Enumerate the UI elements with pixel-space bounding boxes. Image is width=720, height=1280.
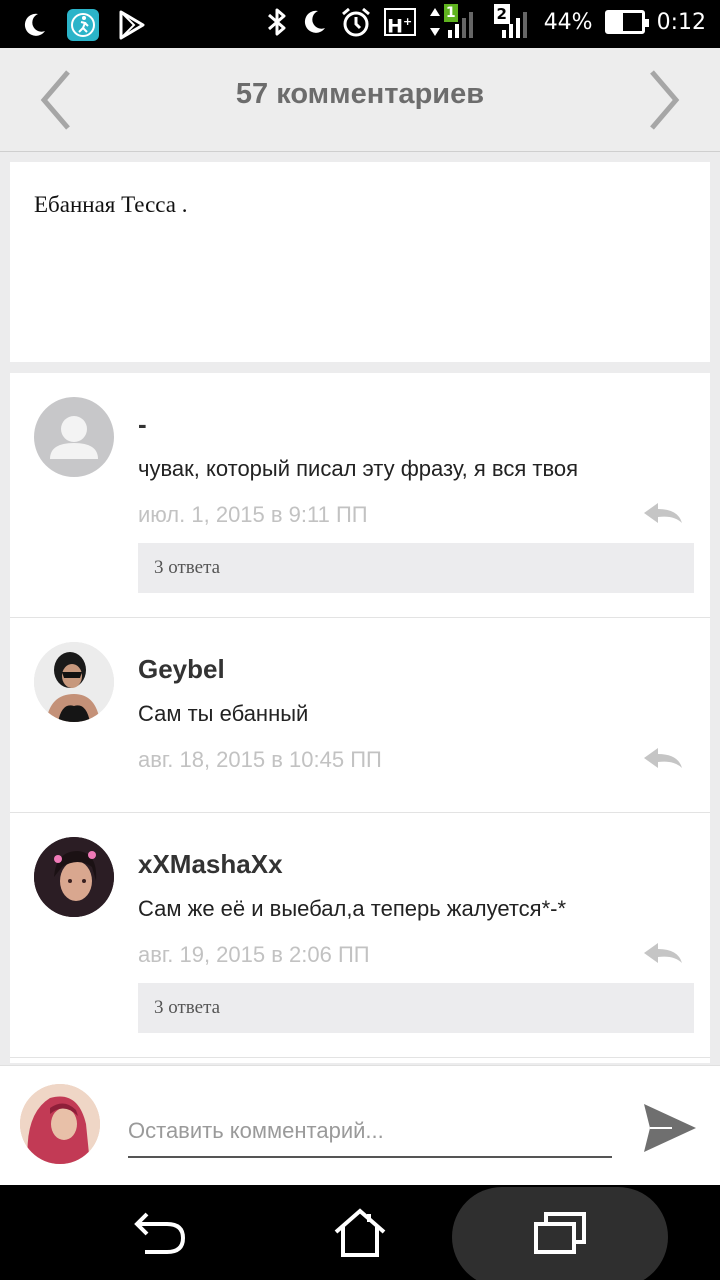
recent-apps-button[interactable]: [530, 1203, 590, 1263]
replies-button[interactable]: 3 ответа: [138, 983, 694, 1033]
network-type-indicator: H+: [383, 8, 416, 37]
alarm-icon: [340, 6, 372, 38]
status-right-icons: H+ 1 2 44% 0:12: [266, 4, 706, 38]
send-icon: [644, 1104, 696, 1152]
moon-icon: [300, 8, 328, 36]
comment-date: июл. 1, 2015 в 9:11 ПП: [138, 502, 368, 527]
comment-author[interactable]: -: [138, 409, 147, 440]
play-store-icon: [118, 10, 146, 40]
comment-author[interactable]: Geybel: [138, 654, 225, 685]
user-avatar[interactable]: [34, 837, 114, 917]
comment-text: Сам ты ебанный: [138, 701, 309, 726]
default-avatar-icon[interactable]: [34, 397, 114, 477]
battery-percent: 44%: [543, 9, 593, 35]
replies-button[interactable]: 3 ответа: [138, 543, 694, 593]
next-button[interactable]: [642, 70, 686, 130]
page-title: 57 комментариев: [235, 78, 485, 110]
app-shortcut-icon: [66, 8, 100, 42]
status-bar: H+ 1 2 44% 0:12: [0, 0, 720, 48]
post-text: Ебанная Тесса .: [34, 192, 188, 217]
reply-icon[interactable]: [640, 939, 686, 969]
reply-icon[interactable]: [640, 744, 686, 774]
back-icon: [134, 1212, 186, 1254]
user-avatar[interactable]: [34, 642, 114, 722]
comments-list[interactable]: - чувак, который писал эту фразу, я вся …: [10, 373, 710, 1063]
comment-date: авг. 18, 2015 в 10:45 ПП: [138, 747, 382, 772]
comment-item: xXMashaXx Сам же её и выебал,а теперь жа…: [10, 813, 710, 1058]
clock: 0:12: [656, 9, 706, 35]
chevron-right-icon: [650, 70, 680, 130]
current-user-avatar[interactable]: [20, 1084, 100, 1164]
home-icon: [334, 1208, 386, 1257]
system-nav-bar: [0, 1185, 720, 1280]
send-button[interactable]: [640, 1100, 700, 1156]
battery-icon: [604, 10, 649, 34]
comment-author[interactable]: xXMashaXx: [138, 849, 283, 880]
comment-date: авг. 19, 2015 в 2:06 ПП: [138, 942, 370, 967]
signal-sim2-icon: 2: [493, 4, 532, 38]
reply-icon[interactable]: [640, 499, 686, 529]
comment-text: чувак, который писал эту фразу, я вся тв…: [138, 456, 579, 481]
home-button[interactable]: [330, 1203, 390, 1263]
comment-text: Сам же её и выебал,а теперь жалуется*-*: [138, 896, 567, 921]
bluetooth-icon: [266, 6, 288, 38]
post-card: Ебанная Тесса .: [10, 162, 710, 362]
comment-item: - чувак, который писал эту фразу, я вся …: [10, 373, 710, 618]
moon-icon: [20, 11, 48, 39]
comment-item: Geybel Сам ты ебанный авг. 18, 2015 в 10…: [10, 618, 710, 813]
signal-sim1-icon: 1: [428, 4, 482, 38]
comment-input[interactable]: [128, 1106, 612, 1158]
comment-composer: [0, 1065, 720, 1185]
status-left-icons: [20, 8, 146, 42]
back-button[interactable]: [130, 1203, 190, 1263]
recent-apps-icon: [534, 1212, 586, 1254]
comments-header: 57 комментариев: [0, 48, 720, 152]
